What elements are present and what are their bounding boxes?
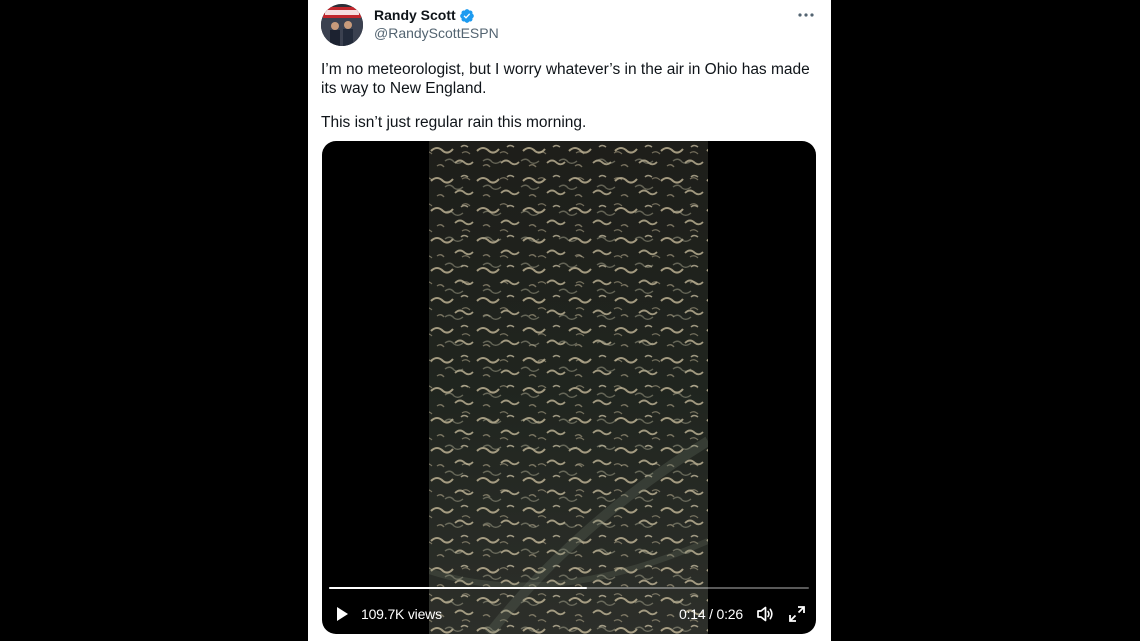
play-icon[interactable] xyxy=(333,605,351,623)
author-name[interactable]: Randy Scott xyxy=(374,7,456,24)
video-controls: 109.7K views 0:14 / 0:26 xyxy=(322,601,816,627)
video-progress-fill xyxy=(329,587,588,589)
avatar-image xyxy=(321,4,363,46)
video-still-wet-surface xyxy=(429,141,708,634)
screen-background: Randy Scott @RandyScottESPN I’m no meteo… xyxy=(0,0,1140,641)
avatar[interactable] xyxy=(321,4,363,46)
video-progress-bar[interactable] xyxy=(329,587,809,589)
author-handle[interactable]: @RandyScottESPN xyxy=(374,25,499,42)
video-time: 0:14 / 0:26 xyxy=(679,606,743,622)
volume-icon[interactable] xyxy=(755,604,775,624)
more-options-icon[interactable] xyxy=(796,5,816,25)
fullscreen-icon[interactable] xyxy=(787,604,807,624)
author-name-row: Randy Scott xyxy=(374,7,475,24)
tweet-paragraph: This isn’t just regular rain this mornin… xyxy=(321,114,587,131)
tweet-card[interactable]: Randy Scott @RandyScottESPN I’m no meteo… xyxy=(308,0,831,641)
video-frame[interactable] xyxy=(429,141,708,634)
tweet-paragraph: I’m no meteorologist, but I worry whatev… xyxy=(321,61,810,97)
tweet-text: I’m no meteorologist, but I worry whatev… xyxy=(321,60,816,147)
verified-badge-icon xyxy=(459,8,475,24)
view-count: 109.7K views xyxy=(361,606,442,622)
video-player[interactable]: 109.7K views 0:14 / 0:26 xyxy=(322,141,816,634)
